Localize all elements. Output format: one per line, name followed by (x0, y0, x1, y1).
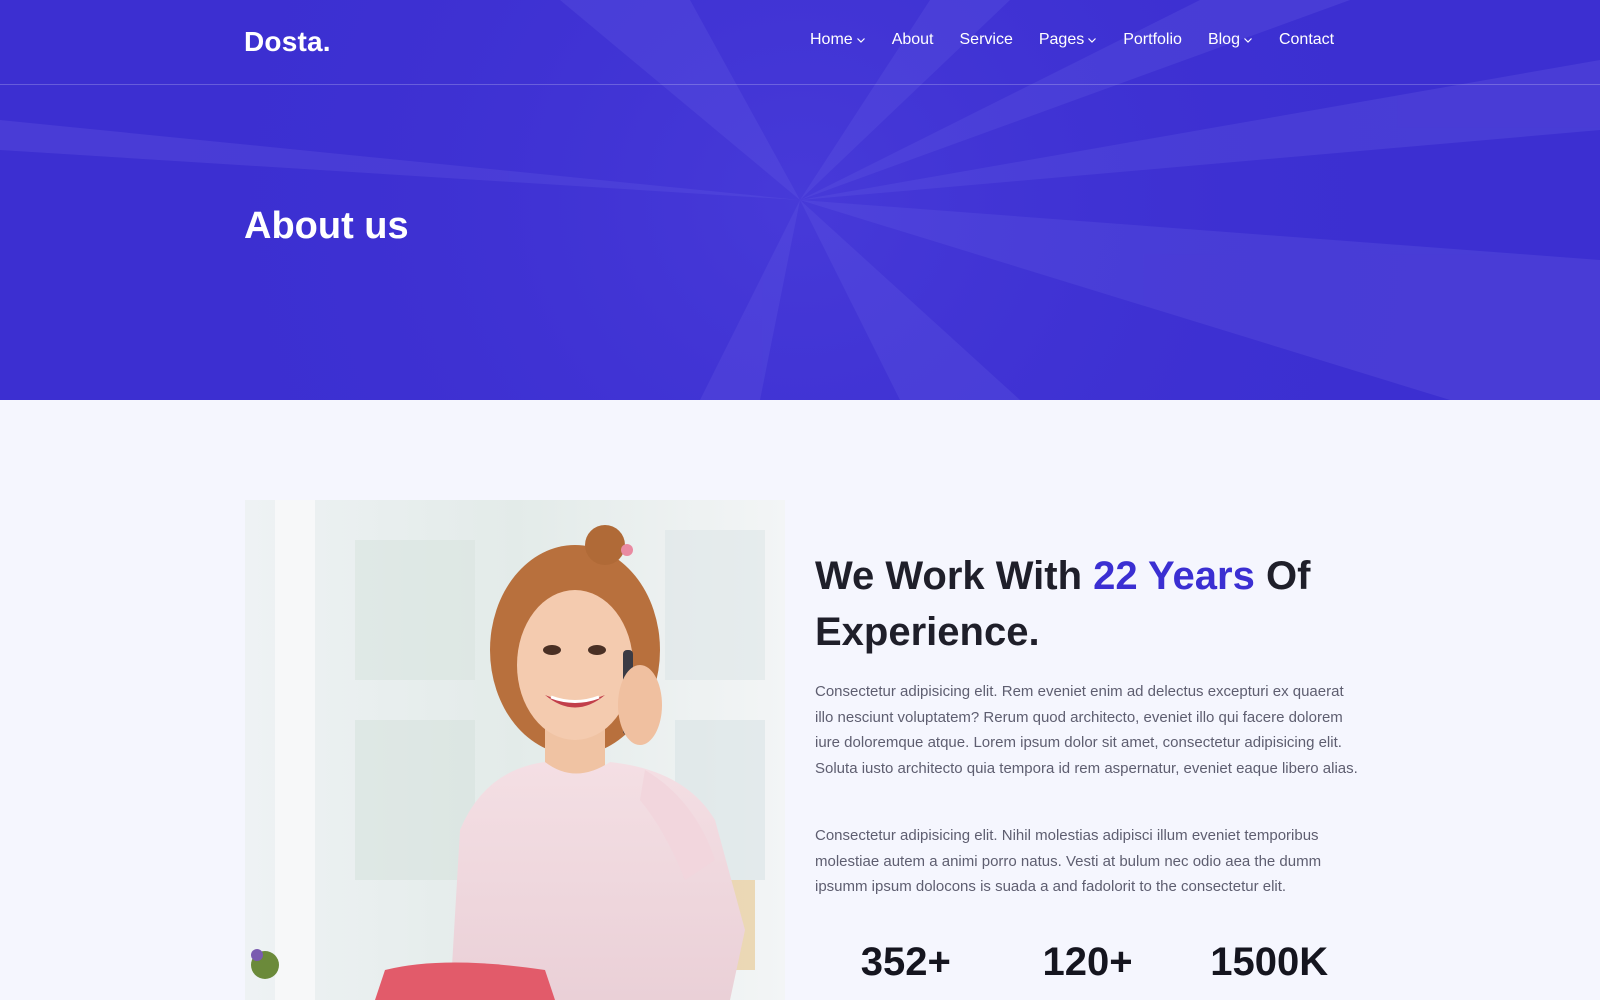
about-photo (245, 500, 785, 1000)
nav-item-label: Blog (1207, 31, 1240, 48)
nav-item-pages[interactable]: Pages (1039, 31, 1097, 49)
nav-item-portfolio[interactable]: Portfolio (1123, 31, 1182, 49)
nav-item-about[interactable]: About (892, 31, 934, 49)
chevron-down-icon (1087, 35, 1097, 45)
site-logo[interactable]: Dosta. (244, 26, 331, 58)
nav-item-label: Portfolio (1123, 31, 1182, 48)
page-title: About us (244, 205, 409, 247)
nav-item-service[interactable]: Service (960, 31, 1013, 49)
nav-item-label: About (891, 31, 934, 48)
nav-item-blog[interactable]: Blog (1208, 31, 1253, 49)
heading-pre: We Work With (815, 554, 1094, 598)
about-paragraph-1: Consectetur adipisicing elit. Rem evenie… (815, 683, 1358, 777)
nav-item-label: Pages (1038, 31, 1085, 48)
chevron-down-icon (856, 35, 866, 45)
nav-item-label: Service (959, 31, 1013, 48)
stat-value: 1500K (1210, 940, 1329, 984)
stat-value: 120+ (1042, 940, 1133, 984)
top-navbar: Dosta. Home About Service Pages Portfoli… (0, 0, 1600, 85)
hero-banner: Dosta. Home About Service Pages Portfoli… (0, 0, 1600, 400)
nav-item-contact[interactable]: Contact (1279, 31, 1334, 49)
about-paragraph-2: Consectetur adipisicing elit. Nihil mole… (815, 827, 1322, 896)
nav-item-label: Contact (1278, 31, 1335, 48)
stats-row: 352+ 120+ 1500K (815, 940, 1360, 985)
chevron-down-icon (1243, 35, 1253, 45)
heading-accent: 22 Years (1093, 554, 1255, 598)
main-nav: Home About Service Pages Portfolio Blog … (810, 31, 1334, 49)
nav-item-label: Home (810, 31, 853, 48)
about-heading: We Work With 22 Years Of Experience. (815, 548, 1375, 660)
nav-item-home[interactable]: Home (810, 31, 866, 49)
woman-on-phone-image (245, 500, 785, 1000)
stat-value: 352+ (860, 940, 951, 984)
